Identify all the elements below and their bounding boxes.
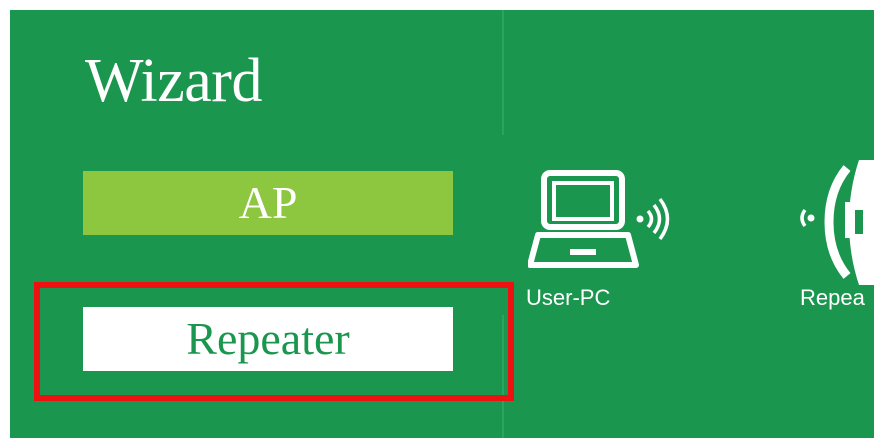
diagram-area: User-PC Repea [504,10,874,438]
wizard-panel: Wizard AP Repeater User-PC Repea [10,10,874,438]
laptop-wifi-icon [528,170,670,268]
wizard-title: Wizard [85,47,262,115]
repeater-device-label: Repea [800,285,865,310]
ap-mode-button[interactable]: AP [83,171,453,235]
user-pc-label: User-PC [526,285,611,310]
repeater-device-icon [800,160,874,285]
repeater-mode-button[interactable]: Repeater [83,307,453,371]
